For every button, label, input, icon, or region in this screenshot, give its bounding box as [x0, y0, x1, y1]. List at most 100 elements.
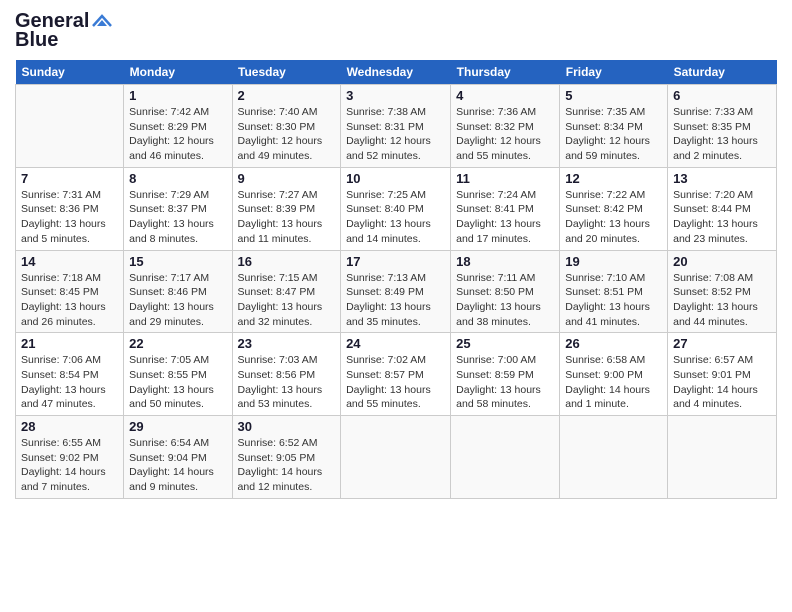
day-info: Sunrise: 7:22 AMSunset: 8:42 PMDaylight:…	[565, 188, 662, 247]
cell-0-2: 2 Sunrise: 7:40 AMSunset: 8:30 PMDaylight…	[232, 85, 341, 168]
cell-2-0: 14 Sunrise: 7:18 AMSunset: 8:45 PMDayligh…	[16, 250, 124, 333]
day-info: Sunrise: 7:20 AMSunset: 8:44 PMDaylight:…	[673, 188, 771, 247]
day-info: Sunrise: 7:29 AMSunset: 8:37 PMDaylight:…	[129, 188, 226, 247]
day-number: 27	[673, 336, 771, 351]
cell-2-4: 18 Sunrise: 7:11 AMSunset: 8:50 PMDayligh…	[451, 250, 560, 333]
week-row-2: 14 Sunrise: 7:18 AMSunset: 8:45 PMDayligh…	[16, 250, 777, 333]
day-info: Sunrise: 6:54 AMSunset: 9:04 PMDaylight:…	[129, 436, 226, 495]
day-number: 3	[346, 88, 445, 103]
day-number: 26	[565, 336, 662, 351]
col-monday: Monday	[124, 60, 232, 85]
day-number: 8	[129, 171, 226, 186]
day-info: Sunrise: 7:00 AMSunset: 8:59 PMDaylight:…	[456, 353, 554, 412]
col-friday: Friday	[560, 60, 668, 85]
day-info: Sunrise: 7:42 AMSunset: 8:29 PMDaylight:…	[129, 105, 226, 164]
cell-2-3: 17Sunrise: 7:13 AMSunset: 8:49 PMDayligh…	[341, 250, 451, 333]
day-info: Sunrise: 7:40 AMSunset: 8:30 PMDaylight:…	[238, 105, 336, 164]
day-info: Sunrise: 7:11 AMSunset: 8:50 PMDaylight:…	[456, 271, 554, 330]
cell-1-1: 8 Sunrise: 7:29 AMSunset: 8:37 PMDaylight…	[124, 167, 232, 250]
cell-1-0: 7Sunrise: 7:31 AMSunset: 8:36 PMDaylight…	[16, 167, 124, 250]
header: General Blue	[15, 10, 777, 52]
cell-4-5	[560, 416, 668, 499]
cell-0-5: 5 Sunrise: 7:35 AMSunset: 8:34 PMDaylight…	[560, 85, 668, 168]
day-number: 20	[673, 254, 771, 269]
day-info: Sunrise: 7:10 AMSunset: 8:51 PMDaylight:…	[565, 271, 662, 330]
day-number: 23	[238, 336, 336, 351]
cell-0-4: 4 Sunrise: 7:36 AMSunset: 8:32 PMDaylight…	[451, 85, 560, 168]
day-number: 15	[129, 254, 226, 269]
cell-1-4: 11Sunrise: 7:24 AMSunset: 8:41 PMDayligh…	[451, 167, 560, 250]
day-number: 10	[346, 171, 445, 186]
day-number: 9	[238, 171, 336, 186]
day-info: Sunrise: 7:36 AMSunset: 8:32 PMDaylight:…	[456, 105, 554, 164]
header-row: Sunday Monday Tuesday Wednesday Thursday…	[16, 60, 777, 85]
day-number: 1	[129, 88, 226, 103]
day-info: Sunrise: 7:18 AMSunset: 8:45 PMDaylight:…	[21, 271, 118, 330]
cell-1-6: 13 Sunrise: 7:20 AMSunset: 8:44 PMDayligh…	[668, 167, 777, 250]
cell-2-6: 20 Sunrise: 7:08 AMSunset: 8:52 PMDayligh…	[668, 250, 777, 333]
day-info: Sunrise: 7:02 AMSunset: 8:57 PMDaylight:…	[346, 353, 445, 412]
cell-0-6: 6 Sunrise: 7:33 AMSunset: 8:35 PMDaylight…	[668, 85, 777, 168]
day-info: Sunrise: 7:33 AMSunset: 8:35 PMDaylight:…	[673, 105, 771, 164]
week-row-0: 1 Sunrise: 7:42 AMSunset: 8:29 PMDaylight…	[16, 85, 777, 168]
day-number: 24	[346, 336, 445, 351]
day-number: 18	[456, 254, 554, 269]
day-info: Sunrise: 6:55 AMSunset: 9:02 PMDaylight:…	[21, 436, 118, 495]
cell-4-2: 30 Sunrise: 6:52 AMSunset: 9:05 PMDayligh…	[232, 416, 341, 499]
day-info: Sunrise: 7:08 AMSunset: 8:52 PMDaylight:…	[673, 271, 771, 330]
cell-3-3: 24 Sunrise: 7:02 AMSunset: 8:57 PMDayligh…	[341, 333, 451, 416]
logo: General Blue	[15, 10, 113, 52]
cell-2-5: 19 Sunrise: 7:10 AMSunset: 8:51 PMDayligh…	[560, 250, 668, 333]
day-number: 6	[673, 88, 771, 103]
logo-text-blue: Blue	[15, 29, 58, 52]
cell-3-6: 27 Sunrise: 6:57 AMSunset: 9:01 PMDayligh…	[668, 333, 777, 416]
day-info: Sunrise: 7:03 AMSunset: 8:56 PMDaylight:…	[238, 353, 336, 412]
day-number: 29	[129, 419, 226, 434]
day-number: 14	[21, 254, 118, 269]
day-info: Sunrise: 7:35 AMSunset: 8:34 PMDaylight:…	[565, 105, 662, 164]
day-number: 16	[238, 254, 336, 269]
day-info: Sunrise: 7:06 AMSunset: 8:54 PMDaylight:…	[21, 353, 118, 412]
cell-1-2: 9 Sunrise: 7:27 AMSunset: 8:39 PMDaylight…	[232, 167, 341, 250]
day-number: 28	[21, 419, 118, 434]
day-number: 22	[129, 336, 226, 351]
day-info: Sunrise: 6:58 AMSunset: 9:00 PMDaylight:…	[565, 353, 662, 412]
col-wednesday: Wednesday	[341, 60, 451, 85]
day-info: Sunrise: 7:25 AMSunset: 8:40 PMDaylight:…	[346, 188, 445, 247]
cell-4-6	[668, 416, 777, 499]
week-row-1: 7Sunrise: 7:31 AMSunset: 8:36 PMDaylight…	[16, 167, 777, 250]
day-number: 5	[565, 88, 662, 103]
day-number: 19	[565, 254, 662, 269]
day-number: 4	[456, 88, 554, 103]
day-number: 2	[238, 88, 336, 103]
week-row-3: 21 Sunrise: 7:06 AMSunset: 8:54 PMDayligh…	[16, 333, 777, 416]
calendar-body: 1 Sunrise: 7:42 AMSunset: 8:29 PMDaylight…	[16, 85, 777, 499]
day-number: 13	[673, 171, 771, 186]
calendar-table: Sunday Monday Tuesday Wednesday Thursday…	[15, 60, 777, 499]
cell-0-1: 1 Sunrise: 7:42 AMSunset: 8:29 PMDaylight…	[124, 85, 232, 168]
day-info: Sunrise: 7:17 AMSunset: 8:46 PMDaylight:…	[129, 271, 226, 330]
day-number: 12	[565, 171, 662, 186]
cell-1-5: 12 Sunrise: 7:22 AMSunset: 8:42 PMDayligh…	[560, 167, 668, 250]
day-number: 30	[238, 419, 336, 434]
day-number: 7	[21, 171, 118, 186]
cell-4-4	[451, 416, 560, 499]
day-info: Sunrise: 6:52 AMSunset: 9:05 PMDaylight:…	[238, 436, 336, 495]
day-number: 21	[21, 336, 118, 351]
day-info: Sunrise: 6:57 AMSunset: 9:01 PMDaylight:…	[673, 353, 771, 412]
col-sunday: Sunday	[16, 60, 124, 85]
cell-3-0: 21 Sunrise: 7:06 AMSunset: 8:54 PMDayligh…	[16, 333, 124, 416]
cell-4-3	[341, 416, 451, 499]
week-row-4: 28 Sunrise: 6:55 AMSunset: 9:02 PMDayligh…	[16, 416, 777, 499]
cell-4-0: 28 Sunrise: 6:55 AMSunset: 9:02 PMDayligh…	[16, 416, 124, 499]
col-tuesday: Tuesday	[232, 60, 341, 85]
page-container: General Blue Sunday Monday Tuesday Wedne…	[0, 0, 792, 509]
day-info: Sunrise: 7:15 AMSunset: 8:47 PMDaylight:…	[238, 271, 336, 330]
day-info: Sunrise: 7:38 AMSunset: 8:31 PMDaylight:…	[346, 105, 445, 164]
day-number: 17	[346, 254, 445, 269]
col-saturday: Saturday	[668, 60, 777, 85]
cell-3-4: 25Sunrise: 7:00 AMSunset: 8:59 PMDayligh…	[451, 333, 560, 416]
day-info: Sunrise: 7:27 AMSunset: 8:39 PMDaylight:…	[238, 188, 336, 247]
day-info: Sunrise: 7:24 AMSunset: 8:41 PMDaylight:…	[456, 188, 554, 247]
cell-0-3: 3 Sunrise: 7:38 AMSunset: 8:31 PMDaylight…	[341, 85, 451, 168]
